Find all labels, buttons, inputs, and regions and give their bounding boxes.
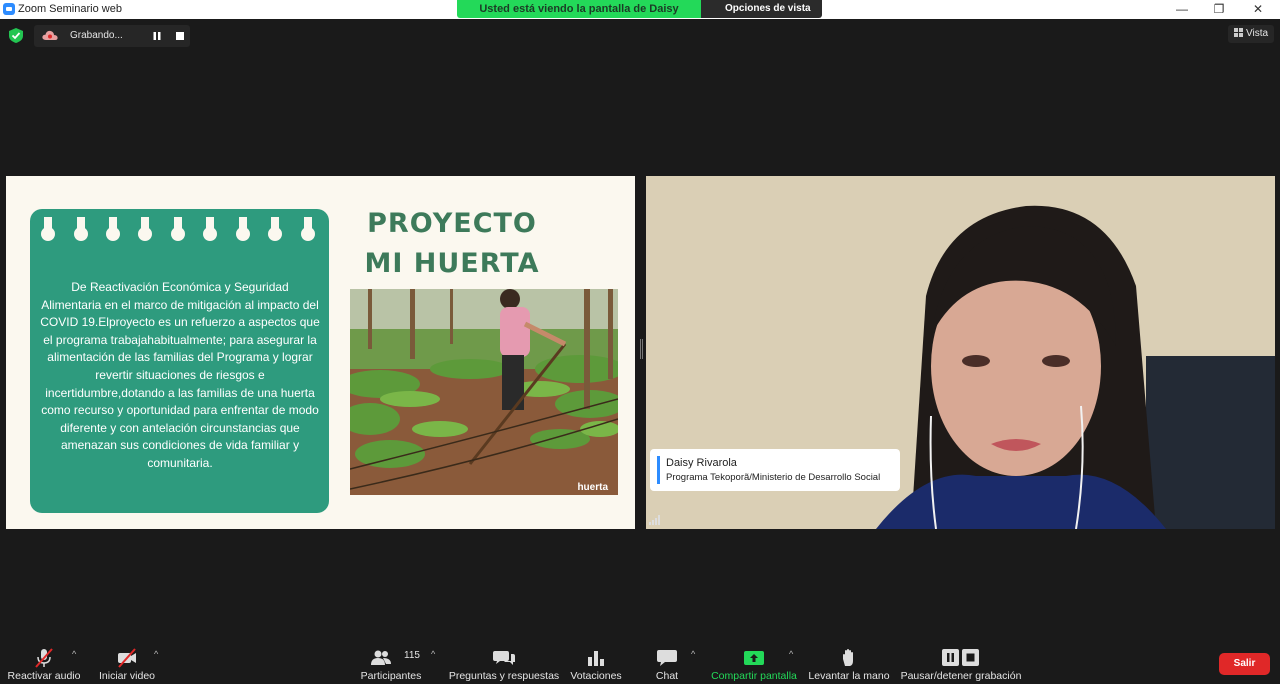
chat-options-caret[interactable]: ^ [691, 649, 695, 659]
window-title: Zoom Seminario web [18, 3, 122, 15]
polls-icon [588, 651, 604, 666]
woman-gardening-image [350, 289, 618, 495]
chat-icon [657, 650, 677, 666]
pause-recording-button[interactable]: Pausar/detener grabación [898, 643, 1024, 684]
stop-icon[interactable] [176, 32, 184, 40]
cloud-recording-icon [42, 30, 58, 40]
view-button[interactable]: Vista [1228, 25, 1274, 43]
recording-label: Grabando... [70, 30, 123, 41]
start-video-button[interactable]: Iniciar video [92, 643, 162, 684]
raise-hand-icon [843, 649, 853, 666]
participants-label: Participantes [360, 670, 422, 682]
name-tag-accent [657, 456, 660, 484]
qa-icon [493, 651, 515, 665]
speaker-name-tag: Daisy Rivarola Programa Tekoporã/Ministe… [650, 449, 900, 491]
speaker-organization: Programa Tekoporã/Ministerio de Desarrol… [666, 472, 881, 483]
unmute-label: Reactivar audio [7, 670, 81, 682]
pause-stop-recording-icon [942, 649, 979, 666]
participants-options-caret[interactable]: ^ [431, 649, 435, 659]
leave-button[interactable]: Salir [1219, 653, 1270, 675]
grid-view-icon [1234, 28, 1243, 37]
restore-button[interactable]: ❐ [1209, 2, 1229, 17]
polls-label: Votaciones [570, 670, 622, 682]
speaker-name: Daisy Rivarola [666, 457, 737, 469]
raise-hand-button[interactable]: Levantar la mano [806, 643, 892, 684]
meeting-stage: Grabando... Vista De Reactivación Económ… [0, 19, 1280, 643]
garden-photo: huerta [350, 289, 618, 495]
slide-body-text: De Reactivación Económica y Seguridad Al… [40, 280, 320, 470]
panel-resize-handle[interactable] [640, 339, 643, 359]
raise-hand-label: Levantar la mano [808, 670, 890, 682]
qa-button[interactable]: Preguntas y respuestas [448, 643, 560, 684]
meeting-toolbar: Reactivar audio ^ Iniciar video ^ Partic… [0, 643, 1280, 684]
recording-indicator: Grabando... [34, 25, 190, 47]
notebook-rings-decoration [41, 217, 315, 241]
polls-button[interactable]: Votaciones [566, 643, 626, 684]
share-options-caret[interactable]: ^ [789, 649, 793, 659]
video-off-icon [118, 648, 136, 668]
signal-strength-icon [649, 515, 660, 525]
title-bar: Zoom Seminario web Usted está viendo la … [0, 0, 1280, 33]
start-video-label: Iniciar video [98, 670, 156, 682]
pause-icon[interactable] [152, 31, 162, 41]
share-screen-icon [744, 651, 764, 665]
shield-check-icon[interactable] [9, 28, 23, 43]
view-button-label: Vista [1246, 28, 1269, 39]
chat-label: Chat [655, 670, 679, 682]
participant-count: 115 [404, 650, 420, 661]
share-screen-label: Compartir pantalla [711, 670, 797, 682]
view-options-button[interactable]: Opciones de vista▼ [701, 0, 822, 31]
slide-title: PROYECTO MI HUERTA [352, 204, 552, 284]
shared-screen-slide: De Reactivación Económica y Seguridad Al… [6, 176, 635, 529]
video-options-caret[interactable]: ^ [154, 649, 158, 659]
zoom-app-icon [3, 3, 15, 15]
view-options-label: Opciones de vista [725, 3, 811, 14]
qa-label: Preguntas y respuestas [448, 670, 560, 682]
participants-icon [370, 650, 391, 665]
slide-title-line-1: PROYECTO [367, 208, 537, 239]
close-button[interactable]: ✕ [1248, 2, 1268, 17]
audio-options-caret[interactable]: ^ [72, 649, 76, 659]
slide-title-line-2: MI HUERTA [364, 248, 540, 279]
screen-share-banner: Usted está viendo la pantalla de Daisy R… [457, 0, 701, 33]
pause-recording-label: Pausar/detener grabación [900, 670, 1022, 682]
microphone-muted-icon [35, 648, 53, 668]
minimize-button[interactable]: — [1172, 2, 1192, 17]
chat-button[interactable]: Chat [642, 643, 692, 684]
share-screen-button[interactable]: Compartir pantalla [706, 643, 802, 684]
notebook-card: De Reactivación Económica y Seguridad Al… [30, 209, 329, 513]
huerta-logo: huerta [577, 482, 608, 493]
